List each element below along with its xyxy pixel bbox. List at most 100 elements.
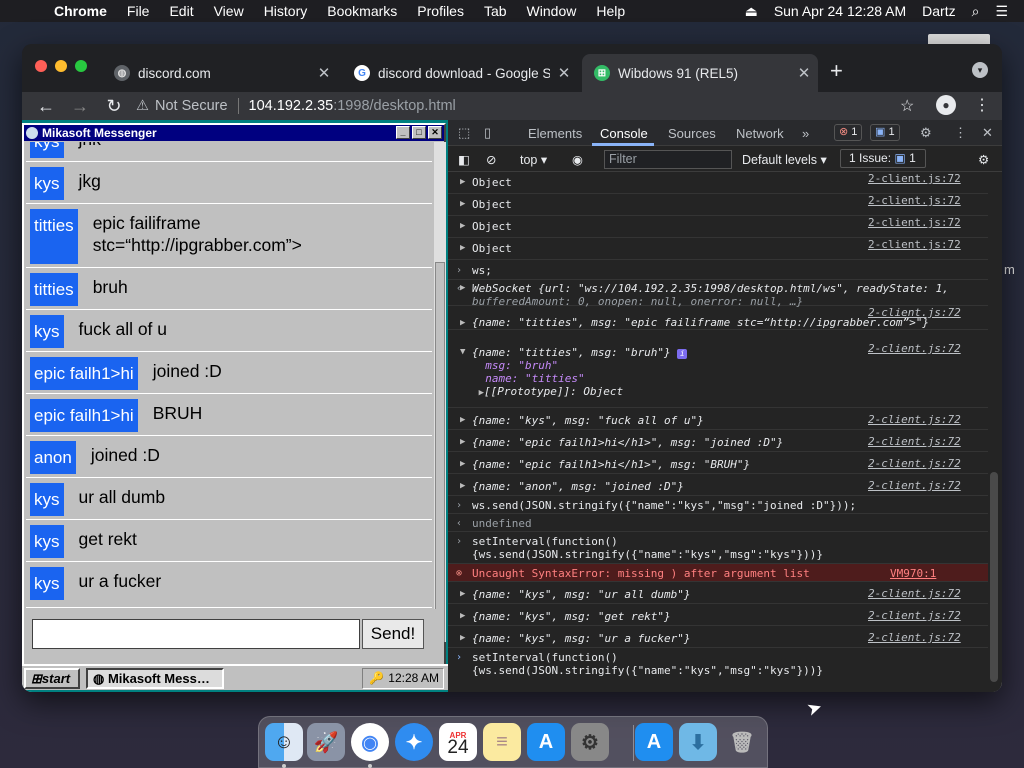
menubar-user[interactable]: Dartz — [922, 3, 955, 19]
expand-triangle-icon[interactable]: ▶ — [460, 282, 465, 295]
source-link[interactable]: 2-client.js:72 — [868, 435, 961, 448]
menu-view[interactable]: View — [214, 3, 244, 19]
reload-button[interactable]: ↻ — [104, 96, 124, 117]
finder-icon[interactable]: ☺ — [265, 723, 303, 761]
zoom-window-button[interactable] — [75, 60, 87, 72]
message-count-badge[interactable]: ▣ 1 — [870, 124, 900, 141]
context-selector[interactable]: top ▾ — [520, 152, 547, 167]
address-bar[interactable]: ⚠ Not Secure 104.192.2.35:1998/desktop.h… — [136, 93, 766, 119]
expand-triangle-icon[interactable]: ▶ — [460, 414, 465, 427]
calendar-icon[interactable]: APR 24 — [439, 723, 477, 761]
tab-network[interactable]: Network — [736, 126, 784, 141]
console-error[interactable]: ⊗ Uncaught SyntaxError: missing ) after a… — [448, 564, 988, 582]
source-link[interactable]: 2-client.js:72 — [868, 306, 961, 319]
issues-button[interactable]: 1 Issue: ▣ 1 — [840, 149, 926, 168]
source-link[interactable]: 2-client.js:72 — [868, 342, 961, 355]
minimize-window-button[interactable] — [55, 60, 67, 72]
console-entry[interactable]: ▶ {name: "epic failh1>hi</h1>", msg: "BRU… — [448, 452, 988, 474]
expand-triangle-icon[interactable]: ▶ — [460, 198, 465, 211]
source-link[interactable]: 2-client.js:72 — [868, 172, 961, 185]
launchpad-icon[interactable]: 🚀 — [307, 723, 345, 761]
chat-scrollbar[interactable] — [434, 142, 446, 642]
system-preferences-icon[interactable]: ⚙ — [571, 723, 609, 761]
app-store-icon[interactable]: A — [527, 723, 565, 761]
menu-file[interactable]: File — [127, 3, 150, 19]
console-entry[interactable]: ▶ {name: "kys", msg: "fuck all of u"} 2-cl… — [448, 408, 988, 430]
clear-console-icon[interactable]: ⊘ — [486, 152, 496, 167]
menu-tab[interactable]: Tab — [484, 3, 507, 19]
chrome-icon[interactable]: ◉ — [351, 723, 389, 761]
start-button[interactable]: ⊞start — [24, 668, 80, 689]
chat-log[interactable]: kys jnk kys jkg titties epic failiframe … — [26, 142, 432, 608]
console-entry-expanded[interactable]: ▼ {name: "titties", msg: "bruh"} i 2-clien… — [448, 342, 988, 408]
close-tab-icon[interactable]: ✕ — [550, 64, 578, 82]
source-link[interactable]: 2-client.js:72 — [868, 631, 961, 644]
menu-help[interactable]: Help — [596, 3, 625, 19]
tab-search-icon[interactable]: ▾ — [972, 62, 988, 78]
scrollbar-thumb[interactable] — [435, 262, 445, 642]
source-link[interactable]: 2-client.js:72 — [868, 216, 961, 229]
device-toolbar-icon[interactable]: ▯ — [484, 125, 491, 141]
console-entry[interactable]: ▶ {name: "anon", msg: "joined :D"} 2-clien… — [448, 474, 988, 496]
console-entry[interactable]: ▶ {name: "kys", msg: "ur all dumb"} 2-clie… — [448, 582, 988, 604]
console-output[interactable]: ▶ Object 2-client.js:72 ▶ Object 2-client.js… — [448, 172, 988, 692]
source-link[interactable]: 2-client.js:72 — [868, 479, 961, 492]
maximize-icon[interactable]: □ — [412, 126, 426, 139]
menubar-clock[interactable]: Sun Apr 24 12:28 AM — [774, 3, 906, 19]
profile-avatar-icon[interactable]: ● — [936, 95, 956, 115]
console-entry[interactable]: ▶ {name: "titties", msg: "epic failiframe… — [448, 306, 988, 330]
notes-icon[interactable]: ≡ — [483, 723, 521, 761]
settings-gear-icon[interactable]: ⚙ — [920, 125, 932, 141]
chrome-menu-icon[interactable]: ⋮ — [974, 95, 990, 115]
close-tab-icon[interactable]: ✕ — [310, 64, 338, 82]
more-tabs-button[interactable]: » — [802, 126, 809, 141]
expand-triangle-icon[interactable]: ▶ — [460, 610, 465, 623]
spotlight-search-icon[interactable]: ⌕ — [972, 3, 980, 20]
expand-triangle-icon[interactable]: ▶ — [460, 632, 465, 645]
expand-triangle-icon[interactable]: ▶ — [460, 242, 465, 255]
console-entry[interactable]: ▶ {name: "epic failh1>hi</h1>", msg: "joi… — [448, 430, 988, 452]
info-icon[interactable]: i — [677, 349, 688, 359]
console-result[interactable]: ‹ undefined — [448, 514, 988, 532]
app-menu-chrome[interactable]: Chrome — [54, 3, 107, 19]
collapse-triangle-icon[interactable]: ▼ — [460, 346, 465, 359]
tab-discord[interactable]: ◍ discord.com ✕ — [102, 54, 338, 92]
source-link[interactable]: VM970:1 — [890, 567, 936, 580]
filter-input[interactable]: Filter — [604, 150, 732, 169]
console-scrollbar[interactable] — [988, 172, 1000, 692]
tab-elements[interactable]: Elements — [528, 126, 582, 141]
app-store-2-icon[interactable]: A — [635, 723, 673, 761]
log-levels-dropdown[interactable]: Default levels ▾ — [742, 152, 827, 167]
console-entry[interactable]: ▶ {name: "kys", msg: "ur a fucker"} 2-clie… — [448, 626, 988, 648]
expand-triangle-icon[interactable]: ▶ — [460, 588, 465, 601]
menu-history[interactable]: History — [264, 3, 308, 19]
console-entry[interactable]: ▶ Object 2-client.js:72 — [448, 194, 988, 216]
console-entry[interactable]: ▶ Object 2-client.js:72 — [448, 216, 988, 238]
expand-triangle-icon[interactable]: ▶ — [460, 176, 465, 189]
not-secure-label[interactable]: Not Secure — [155, 98, 228, 114]
expand-triangle-icon[interactable]: ▶ — [460, 220, 465, 233]
source-link[interactable]: 2-client.js:72 — [868, 609, 961, 622]
menu-edit[interactable]: Edit — [169, 3, 193, 19]
expand-triangle-icon[interactable]: ▶ — [460, 317, 465, 330]
console-result[interactable]: ‹ ▶ WebSocket {url: "ws://104.192.2.35:199… — [448, 280, 988, 308]
console-command[interactable]: › ws; — [448, 260, 988, 280]
console-settings-gear-icon[interactable]: ⚙ — [978, 152, 989, 167]
inspect-element-icon[interactable]: ⬚ — [458, 125, 470, 141]
messenger-titlebar[interactable]: Mikasoft Messenger _ □ ✕ — [24, 125, 444, 141]
close-icon[interactable]: ✕ — [428, 126, 442, 139]
tab-google-search[interactable]: G discord download - Google Se ✕ — [342, 54, 578, 92]
expand-triangle-icon[interactable]: ▶ — [460, 436, 465, 449]
send-button[interactable]: Send! — [362, 619, 424, 649]
trash-icon[interactable]: 🗑 — [723, 723, 761, 761]
devtools-menu-icon[interactable]: ⋮ — [954, 125, 967, 141]
console-entry[interactable]: ▶ {name: "kys", msg: "get rekt"} 2-client.… — [448, 604, 988, 626]
back-button[interactable]: ← — [36, 96, 56, 117]
eject-icon[interactable]: ⏏ — [745, 3, 758, 20]
source-link[interactable]: 2-client.js:72 — [868, 587, 961, 600]
taskbar-item-messenger[interactable]: ◍ Mikasoft Mess… — [86, 668, 224, 689]
downloads-folder-icon[interactable]: ⬇ — [679, 723, 717, 761]
forward-button[interactable]: → — [70, 96, 90, 117]
tab-wibdows[interactable]: ⊞ Wibdows 91 (REL5) ✕ — [582, 54, 818, 92]
source-link[interactable]: 2-client.js:72 — [868, 238, 961, 251]
